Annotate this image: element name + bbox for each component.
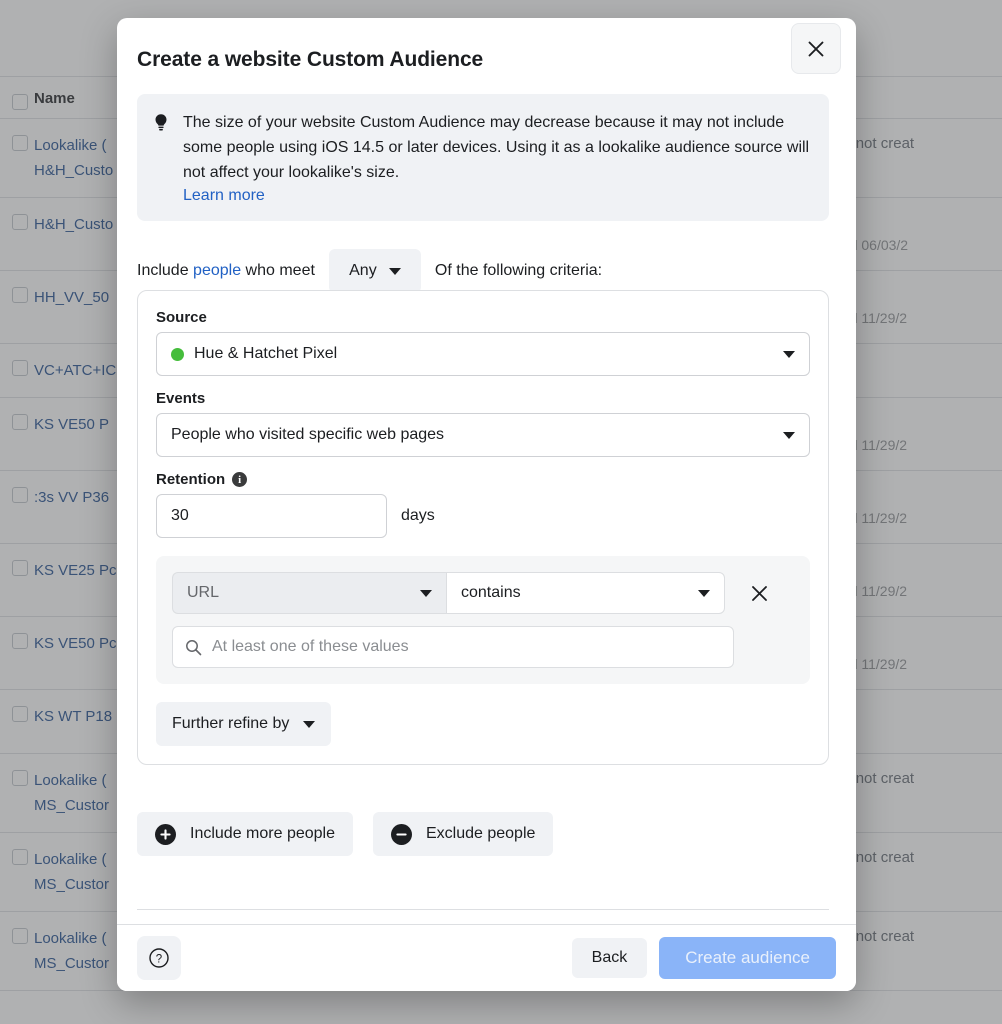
chevron-down-icon [389, 268, 401, 275]
condition-values-input[interactable] [212, 638, 721, 656]
chevron-down-icon [783, 432, 795, 439]
condition-row: URL contains [172, 572, 794, 614]
source-dropdown[interactable]: Hue & Hatchet Pixel [156, 332, 810, 376]
lightbulb-icon [153, 110, 171, 205]
events-dropdown[interactable]: People who visited specific web pages [156, 413, 810, 457]
create-audience-button[interactable]: Create audience [659, 937, 836, 979]
retention-label: Retention i [156, 471, 810, 488]
condition-field-dropdown[interactable]: URL [172, 572, 446, 614]
search-icon [185, 639, 202, 656]
condition-field-value: URL [187, 584, 219, 602]
question-mark-icon: ? [148, 947, 170, 969]
who-meet-label: who meet [246, 262, 315, 280]
further-refine-label: Further refine by [172, 715, 289, 733]
retention-row: days [156, 494, 810, 538]
condition-operator-value: contains [461, 584, 521, 602]
dialog-scroll-area: Create a website Custom Audience The siz… [117, 18, 856, 931]
chevron-down-icon [783, 351, 795, 358]
chevron-down-icon [303, 721, 315, 728]
condition-block: URL contains [156, 556, 810, 684]
svg-text:?: ? [156, 954, 162, 966]
match-type-value: Any [349, 262, 377, 280]
learn-more-link[interactable]: Learn more [183, 187, 811, 205]
ios-notice-banner: The size of your website Custom Audience… [137, 94, 829, 221]
exclude-people-label: Exclude people [426, 825, 535, 843]
remove-condition-button[interactable] [747, 581, 771, 605]
retention-unit-label: days [401, 507, 435, 525]
section-divider [137, 909, 829, 910]
condition-operator-dropdown[interactable]: contains [446, 572, 725, 614]
chevron-down-icon [698, 590, 710, 597]
source-value: Hue & Hatchet Pixel [194, 345, 337, 363]
events-label: Events [156, 390, 810, 407]
exclude-people-button[interactable]: Exclude people [373, 812, 553, 856]
banner-text: The size of your website Custom Audience… [183, 110, 811, 185]
source-status-dot [171, 348, 184, 361]
plus-icon [155, 824, 176, 845]
dialog-title: Create a website Custom Audience [137, 48, 483, 72]
minus-icon [391, 824, 412, 845]
source-label: Source [156, 309, 810, 326]
events-label-text: Events [156, 390, 205, 407]
match-type-dropdown[interactable]: Any [329, 249, 421, 293]
include-more-people-button[interactable]: Include more people [137, 812, 353, 856]
retention-days-input[interactable] [156, 494, 387, 538]
people-link[interactable]: people [193, 262, 241, 280]
include-more-people-label: Include more people [190, 825, 335, 843]
following-criteria-label: Of the following criteria: [435, 262, 602, 280]
include-exclude-actions: Include more people Exclude people [137, 812, 553, 856]
further-refine-dropdown[interactable]: Further refine by [156, 702, 331, 746]
dialog-footer: ? Back Create audience [117, 924, 856, 991]
events-value: People who visited specific web pages [171, 426, 444, 444]
info-icon[interactable]: i [232, 472, 247, 487]
create-custom-audience-dialog: Create a website Custom Audience The siz… [117, 18, 856, 991]
rule-card: Source Hue & Hatchet Pixel Events People… [137, 290, 829, 765]
retention-label-text: Retention [156, 471, 225, 488]
include-prefix-label: Include [137, 262, 189, 280]
back-button[interactable]: Back [572, 938, 648, 978]
help-button[interactable]: ? [137, 936, 181, 980]
close-button[interactable] [791, 23, 841, 74]
close-icon [806, 39, 826, 59]
chevron-down-icon [420, 590, 432, 597]
condition-values-field[interactable] [172, 626, 734, 668]
close-icon [749, 583, 770, 604]
source-label-text: Source [156, 309, 207, 326]
